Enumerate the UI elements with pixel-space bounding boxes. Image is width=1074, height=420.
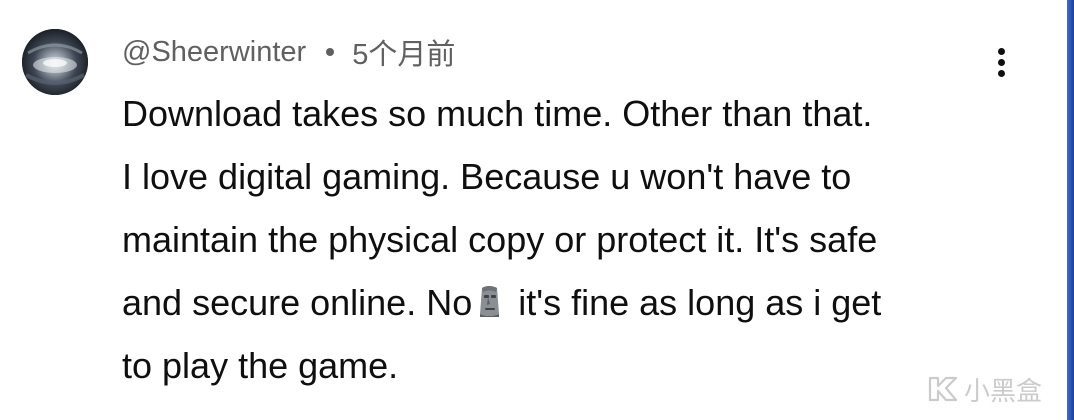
comment-body: Download takes so much time. Other than … — [122, 82, 1002, 397]
user-avatar[interactable] — [22, 29, 88, 95]
comment-line: maintain the physical copy or protect it… — [122, 219, 878, 260]
comment-meta: @Sheerwinter 5个月前 — [122, 30, 455, 74]
more-options-button[interactable] — [984, 40, 1020, 84]
window-edge — [1067, 0, 1074, 420]
comment-line: to play the game. — [122, 345, 399, 386]
more-vertical-icon — [998, 70, 1005, 77]
more-vertical-icon — [998, 48, 1005, 55]
timestamp: 5个月前 — [352, 39, 456, 71]
comment-line-part: and secure online. No — [122, 282, 473, 323]
username-link[interactable]: @Sheerwinter — [122, 36, 306, 69]
comment-line: Download takes so much time. Other than … — [122, 93, 873, 134]
xiaoheihe-logo-icon — [928, 376, 958, 402]
watermark-text: 小黑盒 — [963, 375, 1042, 406]
comment-line-part: it's fine as long as i get — [518, 282, 882, 323]
watermark: 小黑盒 — [926, 372, 1042, 406]
comment-line: I love digital gaming. Because u won't h… — [122, 156, 852, 197]
separator-dot — [326, 48, 335, 56]
comment-line: and secure online. No it's fine as long … — [122, 271, 1002, 334]
more-vertical-icon — [998, 59, 1005, 66]
moai-emoji-icon — [480, 286, 500, 317]
avatar-image — [22, 29, 88, 95]
comment-card: @Sheerwinter 5个月前 Download takes so much… — [0, 0, 1074, 420]
